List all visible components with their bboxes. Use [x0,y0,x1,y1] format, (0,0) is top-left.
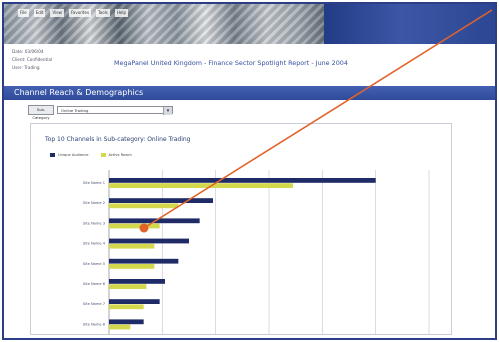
bar-chart: Site Name 1 Site Name 2 Site Name 3 Site Na… [83,170,430,334]
bar-unique-audience [109,178,376,183]
bar-unique-audience [109,218,200,224]
menu-help[interactable]: Help [114,9,129,17]
report-info: Date: 03/06/04 Client: Confidential User… [12,48,52,72]
info-line-date: Date: 03/06/04 [12,49,44,54]
menu-file[interactable]: File [18,9,29,17]
bar-unique-audience [109,198,213,203]
category-label: Site Name 2 [83,201,105,205]
category-label: Site Name 3 [83,221,105,225]
bar-active-reach [109,243,155,249]
filter-row: Sub-Category Online Trading ▾ [28,105,173,120]
bar-active-reach [109,284,147,289]
bar-active-reach [109,203,179,209]
menu-edit[interactable]: Edit [33,9,46,17]
chevron-down-icon[interactable]: ▾ [163,107,172,115]
subcategory-select[interactable]: Online Trading ▾ [57,106,173,115]
bar-unique-audience [109,319,144,325]
menu-view[interactable]: View [50,9,64,17]
browser-menu-bar: File Edit View Favorites Tools Help [18,9,129,17]
screenshot-frame: File Edit View Favorites Tools Help Date… [2,2,497,340]
menu-tools[interactable]: Tools [96,9,110,17]
bar-active-reach [109,223,160,229]
category-label: Site Name 4 [83,242,106,246]
bar-unique-audience [109,238,189,244]
category-label: Site Name 5 [83,262,105,266]
header-strip: File Edit View Favorites Tools Help [4,4,495,44]
chart-panel: Top 10 Channels in Sub-category: Online … [30,123,452,335]
bar-unique-audience [109,258,179,264]
bar-active-reach [109,183,293,188]
subcategory-selected-value: Online Trading [61,108,89,113]
category-label: Site Name 7 [83,302,105,306]
bar-active-reach [109,324,131,330]
header-blue-banner [324,4,495,44]
section-title: Channel Reach & Demographics [14,88,144,97]
bar-unique-audience [109,279,165,284]
bar-unique-audience [109,299,160,304]
info-line-user: User: Trading [12,65,40,70]
bar-active-reach [109,304,144,310]
section-header-bar: Channel Reach & Demographics [4,86,495,100]
bar-active-reach [109,264,155,269]
menu-favorites[interactable]: Favorites [68,9,92,17]
info-line-client: Client: Confidential [12,57,53,62]
category-label: Site Name 6 [83,282,106,286]
subcategory-button[interactable]: Sub-Category [28,105,54,120]
category-label: Site Name 1 [83,181,105,185]
report-title: MegaPanel United Kingdom - Finance Secto… [114,59,348,67]
category-label: Site Name 8 [83,322,106,326]
